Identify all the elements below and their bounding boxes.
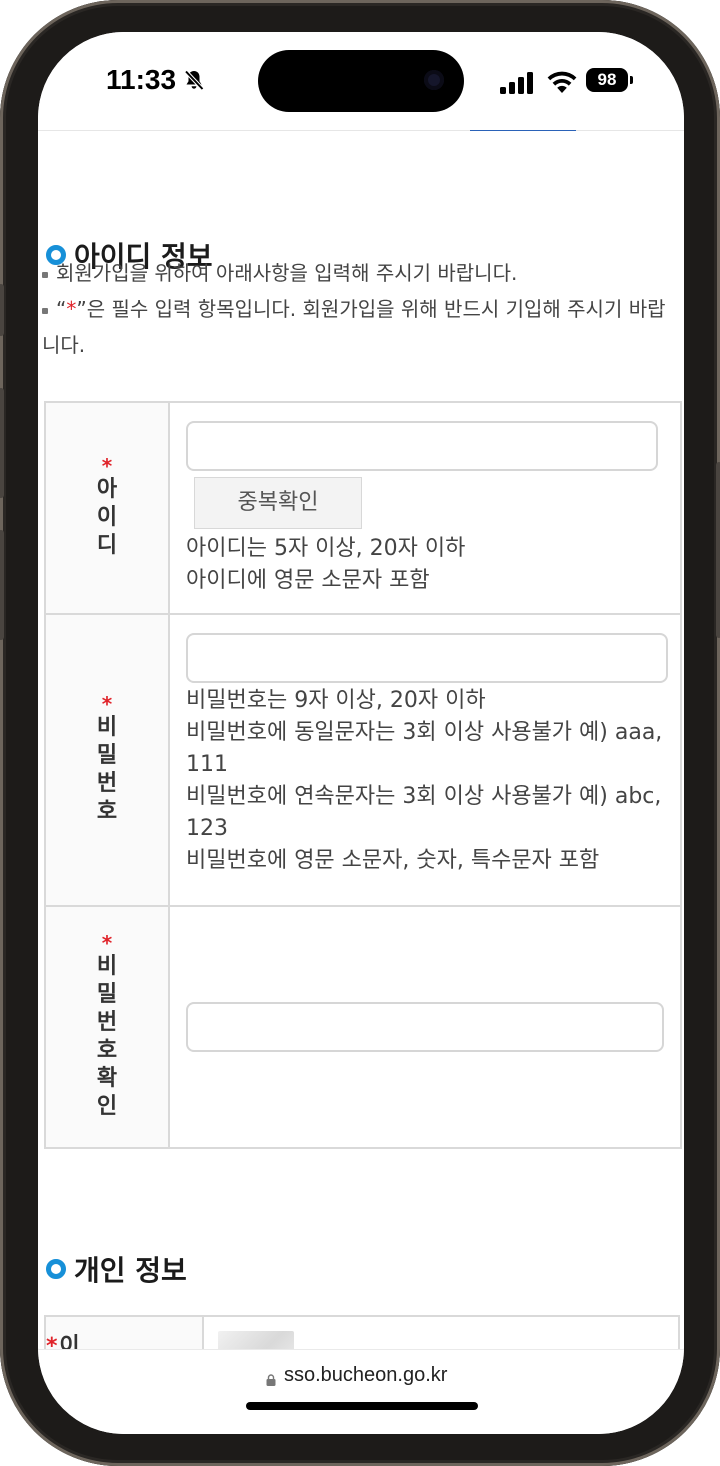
required-star: * xyxy=(101,692,113,716)
bell-slash-icon xyxy=(184,70,204,91)
browser-url-bar[interactable]: sso.bucheon.go.kr xyxy=(38,1349,684,1434)
power-button xyxy=(716,462,720,638)
lock-icon xyxy=(266,1374,276,1386)
field-password-confirm xyxy=(170,907,680,1147)
volume-up-button xyxy=(0,388,4,498)
required-star: * xyxy=(101,454,113,478)
id-hint: 아이디에 영문 소문자 포함 xyxy=(186,568,430,593)
note-line: 회원가입을 위하여 아래사항을 입력해 주시기 바랍니다. xyxy=(42,255,676,291)
phone-frame: 11:33 98 아이디 정보 회원가입을 위하여 아래사항을 입력해 주시기 … xyxy=(0,0,720,1466)
cellular-signal-icon xyxy=(500,72,533,94)
form-row-id: * 아이디 중복확인 아이디는 5자 이상, 20자 이하 아이디에 영문 소문… xyxy=(44,403,682,615)
battery-nub xyxy=(630,76,633,84)
password-confirm-input[interactable] xyxy=(186,1002,664,1052)
volume-down-button xyxy=(0,530,4,640)
bullet-icon xyxy=(42,271,48,278)
home-indicator[interactable] xyxy=(246,1402,478,1410)
id-input[interactable] xyxy=(186,421,658,471)
field-label-password: * 비밀번호 xyxy=(46,615,170,905)
personal-form-table: * 이름 xyxy=(44,1315,680,1351)
wifi-icon xyxy=(547,71,577,93)
form-row-password: * 비밀번호 비밀번호는 9자 이상, 20자 이하 비밀번호에 동일문자는 3… xyxy=(44,615,682,907)
url-text[interactable]: sso.bucheon.go.kr xyxy=(284,1364,447,1387)
duplicate-check-button[interactable]: 중복확인 xyxy=(194,477,362,529)
field-label-id: * 아이디 xyxy=(46,403,170,613)
battery-indicator: 98 xyxy=(586,68,628,92)
password-hint: 비밀번호는 9자 이상, 20자 이하 xyxy=(186,688,486,713)
password-hint: 비밀번호에 동일문자는 3회 이상 사용불가 예) aaa, 111 xyxy=(186,720,663,777)
personal-section-title: 개인 정보 xyxy=(46,1249,187,1289)
password-hint: 비밀번호에 영문 소문자, 숫자, 특수문자 포함 xyxy=(186,848,600,873)
form-row-password-confirm: * 비밀번호확인 xyxy=(44,907,682,1149)
page-content: 아이디 정보 회원가입을 위하여 아래사항을 입력해 주시기 바랍니다. “*”… xyxy=(38,131,684,1351)
field-label-name: * 이름 xyxy=(46,1317,204,1351)
id-form-table: * 아이디 중복확인 아이디는 5자 이상, 20자 이하 아이디에 영문 소문… xyxy=(44,401,682,1149)
id-hint: 아이디는 5자 이상, 20자 이하 xyxy=(186,536,466,561)
action-button xyxy=(0,284,4,336)
id-section-notes: 회원가입을 위하여 아래사항을 입력해 주시기 바랍니다. “*”은 필수 입력… xyxy=(42,255,676,363)
password-input[interactable] xyxy=(186,633,668,683)
required-star: * xyxy=(101,931,113,955)
bullet-icon xyxy=(42,307,48,314)
note-line: “*”은 필수 입력 항목입니다. 회원가입을 위해 반드시 기입해 주시기 바… xyxy=(42,297,666,357)
front-camera xyxy=(424,70,444,90)
status-bar: 11:33 98 xyxy=(38,32,684,130)
field-id: 중복확인 아이디는 5자 이상, 20자 이하 아이디에 영문 소문자 포함 xyxy=(170,403,680,613)
field-label-password-confirm: * 비밀번호확인 xyxy=(46,907,170,1147)
form-row-name: * 이름 xyxy=(44,1317,680,1351)
password-hint: 비밀번호에 연속문자는 3회 이상 사용불가 예) abc, 123 xyxy=(186,784,662,841)
redacted-name-value xyxy=(218,1331,294,1351)
screen: 11:33 98 아이디 정보 회원가입을 위하여 아래사항을 입력해 주시기 … xyxy=(38,32,684,1434)
circle-bullet-icon xyxy=(46,1259,66,1279)
status-time: 11:33 xyxy=(106,64,177,95)
field-password: 비밀번호는 9자 이상, 20자 이하 비밀번호에 동일문자는 3회 이상 사용… xyxy=(170,615,680,905)
